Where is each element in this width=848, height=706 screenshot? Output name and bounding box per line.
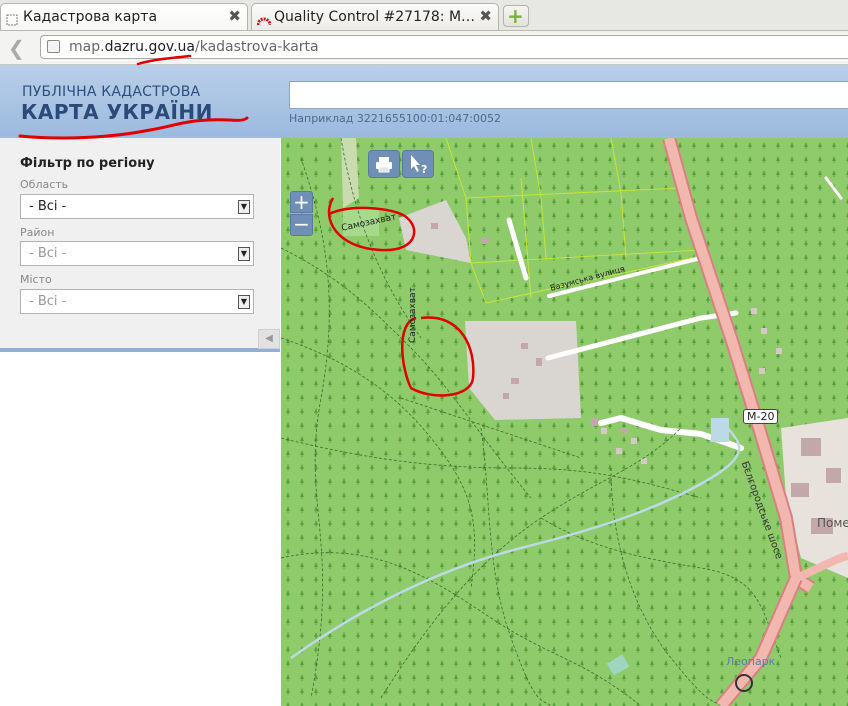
printer-icon [369, 157, 399, 181]
map-label-leopark: Леопарк [726, 655, 776, 668]
oblast-value: - Всі - [29, 199, 67, 214]
dropdown-arrow-icon: ▼ [238, 247, 250, 261]
cursor-question-icon: ? [403, 155, 433, 181]
search-hint: Наприклад 3221655100:01:047:0052 [289, 112, 501, 125]
filter-title: Фільтр по регіону [20, 156, 155, 171]
zoom-in-button[interactable]: + [290, 191, 313, 213]
raion-value: - Всі - [29, 246, 67, 261]
highway-shield-m20: M-20 [743, 409, 779, 424]
map-label-place: Поме [817, 516, 848, 530]
cadastral-search-input[interactable] [289, 81, 848, 109]
back-button[interactable]: ❮ [8, 36, 25, 60]
raion-select[interactable]: - Всі - ▼ [20, 241, 254, 266]
redmine-icon [256, 11, 272, 26]
misto-label: Місто [20, 273, 52, 286]
region-filter-panel: Фільтр по регіону Область - Всі - ▼ Райо… [0, 138, 280, 352]
browser-toolbar: ❮ map.dazru.gov.ua/kadastrova-karta [0, 31, 848, 65]
misto-value: - Всі - [29, 294, 67, 309]
blank-page-icon [6, 11, 18, 26]
zoom-out-button[interactable]: − [290, 214, 313, 236]
collapse-panel-button[interactable]: ◀ [258, 329, 280, 349]
dropdown-arrow-icon: ▼ [238, 295, 250, 309]
oblast-label: Область [20, 178, 69, 191]
page-icon [47, 40, 60, 53]
site-header: ПУБЛІЧНА КАДАСТРОВА КАРТА УКРАЇНИ Наприк… [0, 65, 848, 138]
map-view[interactable]: + − ? Самозахват Самозахват Базумська ву… [281, 138, 848, 706]
site-logo-line1[interactable]: ПУБЛІЧНА КАДАСТРОВА [22, 84, 200, 100]
plus-icon: + [507, 4, 524, 28]
browser-tab-strip: Кадастрова карта ✖ Quality Control #2717… [0, 0, 848, 31]
url-text[interactable]: map.dazru.gov.ua/kadastrova-karta [69, 39, 319, 55]
oblast-select[interactable]: - Всі - ▼ [20, 194, 254, 219]
close-icon[interactable]: ✖ [228, 7, 241, 25]
close-icon[interactable]: ✖ [479, 7, 492, 25]
tab-kadastrova-karta[interactable]: Кадастрова карта ✖ [0, 3, 248, 30]
raion-label: Район [20, 226, 55, 239]
new-tab-button[interactable]: + [503, 4, 529, 28]
print-button[interactable] [368, 150, 400, 178]
map-label-samozakhvat: Самозахват [408, 287, 418, 343]
misto-select[interactable]: - Всі - ▼ [20, 289, 254, 314]
tab-title: Quality Control #27178: M… [274, 9, 474, 25]
tab-quality-control[interactable]: Quality Control #27178: M… ✖ [251, 3, 499, 30]
tab-title: Кадастрова карта [23, 9, 158, 25]
svg-text:?: ? [421, 163, 427, 176]
dropdown-arrow-icon: ▼ [238, 200, 250, 214]
identify-button[interactable]: ? [402, 150, 434, 178]
address-bar[interactable]: map.dazru.gov.ua/kadastrova-karta [40, 35, 848, 59]
site-logo-line2[interactable]: КАРТА УКРАЇНИ [21, 100, 213, 124]
